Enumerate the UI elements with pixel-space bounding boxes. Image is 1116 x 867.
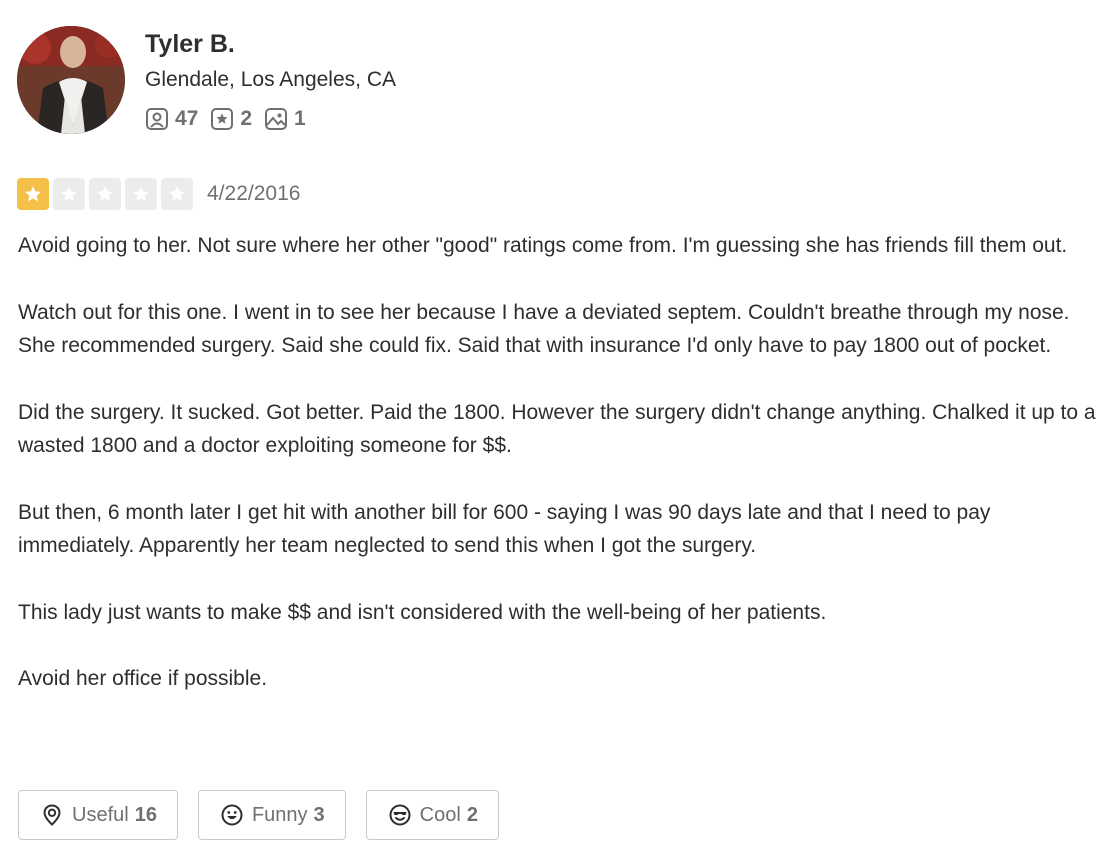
review-date: 4/22/2016 xyxy=(207,182,301,205)
review-paragraph: Avoid going to her. Not sure where her o… xyxy=(18,234,1068,257)
cool-icon xyxy=(389,804,411,826)
avatar[interactable] xyxy=(17,26,125,134)
photos-count: 1 xyxy=(294,107,306,130)
useful-label: Useful xyxy=(72,803,129,826)
useful-count: 16 xyxy=(134,803,157,826)
star-filled xyxy=(17,178,49,210)
cool-count: 2 xyxy=(466,803,478,826)
star-rating xyxy=(17,178,197,210)
review-paragraph: But then, 6 month later I get hit with a… xyxy=(18,500,991,558)
reviews-count: 2 xyxy=(240,107,253,130)
cool-button[interactable]: Cool 2 xyxy=(365,790,499,840)
star-icon xyxy=(168,186,186,202)
photos-stat: 1 xyxy=(264,107,306,131)
star-empty xyxy=(89,178,121,210)
funny-button[interactable]: Funny 3 xyxy=(197,790,346,840)
star-icon xyxy=(132,186,150,202)
useful-button[interactable]: Useful 16 xyxy=(18,790,178,840)
rating-row: 4/22/2016 xyxy=(17,177,300,211)
star-icon xyxy=(60,186,78,202)
user-location: Glendale, Los Angeles, CA xyxy=(145,68,396,91)
star-empty xyxy=(125,178,157,210)
review-paragraph: Avoid her office if possible. xyxy=(18,667,268,690)
photo-icon xyxy=(265,108,288,130)
user-stats: 47 2 1 xyxy=(145,106,318,132)
funny-icon xyxy=(221,804,243,826)
review-paragraph: This lady just wants to make $$ and isn'… xyxy=(18,600,827,624)
reviews-stat: 2 xyxy=(210,107,252,131)
star-icon xyxy=(24,186,42,202)
funny-count: 3 xyxy=(313,803,325,826)
review-paragraph: Watch out for this one. I went in to see… xyxy=(18,300,1070,358)
reaction-buttons: Useful 16 Funny 3 Cool 2 xyxy=(18,790,519,840)
cool-label: Cool xyxy=(419,803,461,826)
review-card: Tyler B. Glendale, Los Angeles, CA 47 2 … xyxy=(0,0,1116,867)
friends-count: 47 xyxy=(175,107,199,130)
star-icon xyxy=(96,186,114,202)
friends-icon xyxy=(146,108,168,130)
review-body: Avoid going to her. Not sure where her o… xyxy=(18,229,1108,729)
funny-label: Funny xyxy=(251,803,308,826)
star-empty xyxy=(161,178,193,210)
useful-icon xyxy=(43,804,61,826)
review-paragraph: Did the surgery. It sucked. Got better. … xyxy=(18,400,1096,458)
friends-stat: 47 xyxy=(145,107,198,131)
user-name[interactable]: Tyler B. xyxy=(145,30,235,59)
star-review-icon xyxy=(211,108,234,130)
star-empty xyxy=(53,178,85,210)
